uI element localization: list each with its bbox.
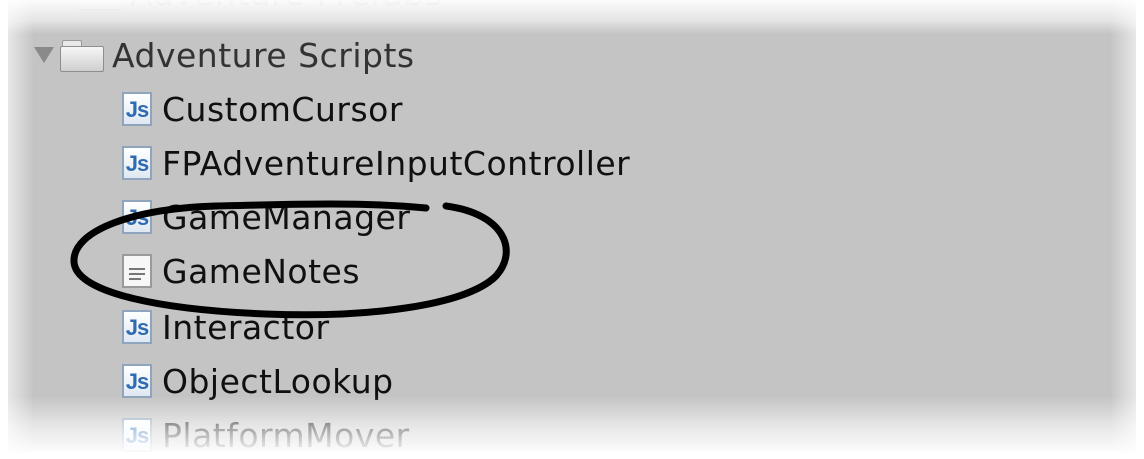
javascript-file-icon: Js [122,146,152,180]
javascript-file-icon: Js [122,364,152,398]
tree-item-platformmover[interactable]: Js PlatformMover [122,410,410,452]
tree-item-label: GameNotes [162,251,361,291]
tree-row-partial-top[interactable]: Adventure Prefabs [38,0,442,18]
tree-item-gamenotes[interactable]: GameNotes [122,246,360,296]
tree-item-interactor[interactable]: Js Interactor [122,302,330,352]
tree-item-fpadventureinputcontroller[interactable]: Js FPAdventureInputController [122,138,630,188]
text-file-icon [122,254,152,288]
javascript-file-icon: Js [122,310,152,344]
tree-item-label: Interactor [162,307,330,347]
tree-item-objectlookup[interactable]: Js ObjectLookup [122,356,394,406]
javascript-file-icon: Js [122,92,152,126]
javascript-file-icon: Js [122,200,152,234]
folder-label-partial: Adventure Prefabs [130,0,442,10]
folder-row-adventure-scripts[interactable]: Adventure Scripts [30,30,415,80]
expand-arrow-icon[interactable] [34,47,54,63]
folder-label: Adventure Scripts [112,35,415,75]
tree-item-gamemanager[interactable]: Js GameManager [122,192,410,242]
tree-item-label: ObjectLookup [162,361,394,401]
tree-item-label: GameManager [162,197,411,237]
right-fade-overlay [1110,0,1136,452]
javascript-file-icon: Js [122,418,152,452]
tree-item-label: PlatformMover [162,415,410,452]
tree-item-label: FPAdventureInputController [162,143,631,183]
folder-icon [78,0,122,10]
project-panel: Adventure Prefabs Adventure Scripts Js C… [8,0,1136,452]
folder-icon [60,39,104,72]
tree-item-customcursor[interactable]: Js CustomCursor [122,84,403,134]
tree-item-label: CustomCursor [162,89,403,129]
